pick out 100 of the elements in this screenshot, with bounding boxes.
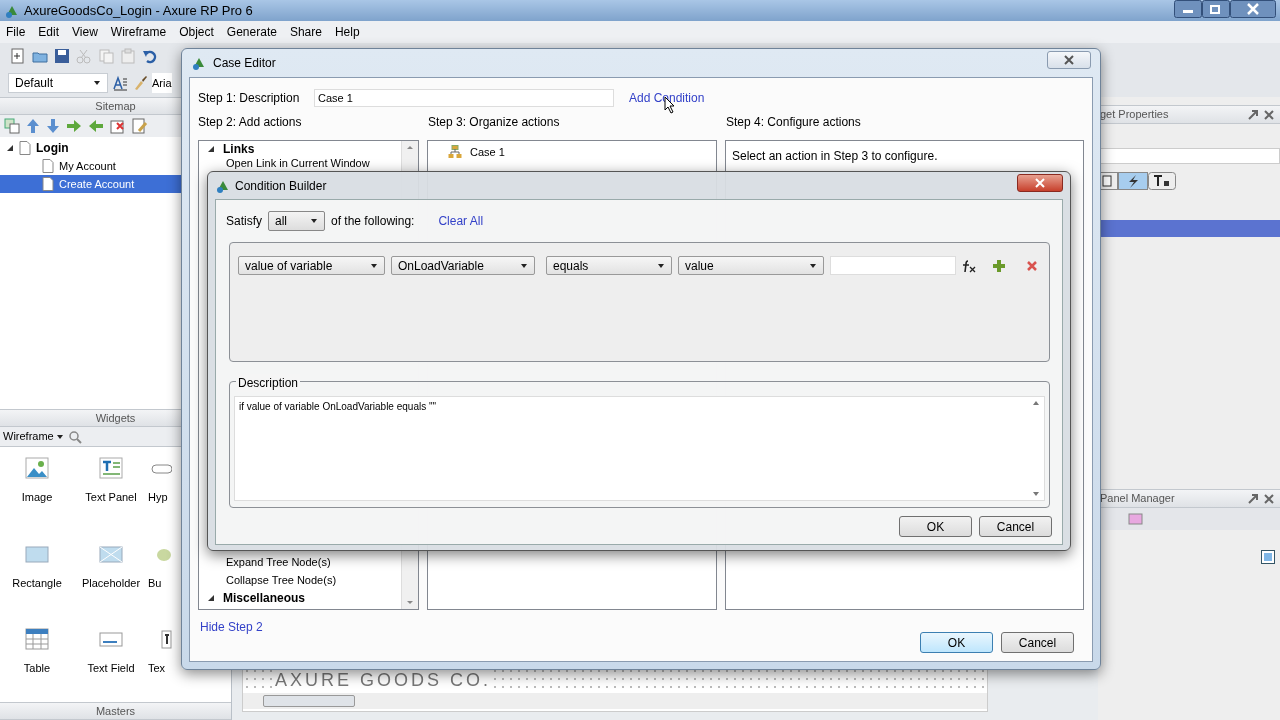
hide-step-link[interactable]: Hide Step 2	[200, 618, 263, 636]
case-icon	[448, 145, 462, 159]
new-file-icon[interactable]	[10, 48, 26, 64]
close-button[interactable]	[1047, 51, 1091, 69]
undo-icon[interactable]	[142, 48, 158, 64]
operator-dropdown[interactable]: equals	[546, 256, 672, 275]
delete-icon[interactable]	[1026, 259, 1038, 272]
value-field[interactable]	[830, 256, 956, 275]
clear-all-link[interactable]: Clear All	[438, 212, 484, 230]
menu-item[interactable]: View	[72, 23, 98, 41]
add-condition-link[interactable]: Add Condition	[629, 89, 705, 107]
panel-state-icon[interactable]	[1261, 550, 1275, 564]
ok-button[interactable]: OK	[920, 632, 993, 653]
satisfy-suffix: of the following:	[331, 213, 415, 230]
widget-label: Rectangle	[12, 575, 62, 591]
indent-icon[interactable]	[66, 119, 82, 133]
operand-dropdown[interactable]: value of variable	[238, 256, 385, 275]
function-icon[interactable]	[962, 258, 976, 273]
menu-item[interactable]: Edit	[38, 23, 60, 41]
widget-label: Hyp	[148, 490, 168, 505]
action-item[interactable]: Open Link in Current Window	[207, 155, 370, 172]
search-icon[interactable]	[67, 429, 82, 444]
ok-button[interactable]: OK	[899, 516, 972, 537]
step-label: Step 2: Add actions	[198, 114, 303, 131]
restore-icon[interactable]	[1202, 0, 1230, 18]
satisfy-label: Satisfy	[226, 213, 262, 230]
window-title: AxureGoodsCo_Login - Axure RP Pro 6	[24, 1, 253, 20]
panel-title: Panel Manager	[1100, 491, 1175, 507]
cancel-button[interactable]: Cancel	[1001, 632, 1074, 653]
move-down-icon[interactable]	[46, 118, 60, 134]
close-button[interactable]	[1017, 173, 1063, 192]
action-group[interactable]: Miscellaneous	[223, 589, 306, 607]
dialog-title: Condition Builder	[235, 177, 327, 195]
widget-label: Text Panel	[85, 490, 137, 505]
menu-item[interactable]: Wireframe	[110, 23, 167, 41]
caret-icon	[370, 262, 378, 269]
close-icon	[1063, 55, 1075, 65]
add-icon[interactable]	[992, 258, 1006, 273]
style-tab-icon[interactable]	[1148, 172, 1176, 190]
caret-icon	[55, 433, 64, 440]
undock-icon[interactable]	[1248, 493, 1258, 504]
scroll-down-icon[interactable]	[406, 600, 414, 605]
action-item[interactable]: Expand Tree Node(s)	[207, 553, 331, 571]
description-field[interactable]: Case 1	[314, 89, 614, 107]
delete-page-icon[interactable]	[110, 118, 126, 134]
case-item[interactable]: Case 1	[470, 143, 505, 161]
panel-title: Masters	[95, 703, 136, 719]
scroll-up-icon[interactable]	[406, 145, 414, 150]
widget-label: Table	[23, 661, 51, 677]
edit-page-icon[interactable]	[132, 118, 148, 134]
close-icon[interactable]	[1264, 109, 1274, 120]
satisfy-dropdown[interactable]: all	[268, 211, 325, 231]
caret-icon	[310, 218, 318, 224]
collapse-icon[interactable]	[6, 144, 14, 152]
save-icon[interactable]	[54, 48, 70, 64]
panel-title: Sitemap	[95, 98, 136, 114]
scrollbar-thumb[interactable]	[263, 695, 355, 707]
caret-icon	[809, 262, 817, 269]
interactions-tab-icon[interactable]	[1118, 172, 1148, 190]
widget-label: Placeholder	[81, 575, 141, 591]
value-type-dropdown[interactable]: value	[678, 256, 824, 275]
step-label: Step 3: Organize actions	[428, 114, 561, 131]
cancel-button[interactable]: Cancel	[979, 516, 1052, 537]
scroll-up-icon[interactable]	[1033, 401, 1039, 405]
menu-item[interactable]: Generate	[226, 23, 277, 41]
undock-icon[interactable]	[1248, 109, 1258, 120]
menu-item[interactable]: Help	[334, 23, 360, 41]
style-dropdown[interactable]: Default	[8, 73, 108, 93]
scroll-down-icon[interactable]	[1033, 492, 1039, 496]
menu-item[interactable]: Object	[179, 23, 214, 41]
action-item[interactable]: Collapse Tree Node(s)	[207, 571, 337, 589]
outdent-icon[interactable]	[88, 119, 104, 133]
collapse-icon[interactable]	[207, 594, 215, 602]
close-icon	[1034, 177, 1046, 188]
page-icon	[42, 177, 54, 191]
widget-label: Bu	[148, 575, 162, 591]
widget-label: Tex	[148, 661, 166, 677]
variable-dropdown[interactable]: OnLoadVariable	[391, 256, 535, 275]
caret-icon	[93, 80, 101, 86]
text-format-icon[interactable]	[112, 75, 128, 91]
name-field[interactable]	[1098, 148, 1280, 164]
add-page-icon[interactable]	[4, 118, 20, 134]
step-label: Step 1: Description	[198, 90, 301, 107]
widget-label: Image	[21, 490, 53, 505]
close-icon[interactable]	[1264, 493, 1274, 504]
collapse-icon[interactable]	[207, 144, 215, 153]
minimize-icon[interactable]	[1174, 0, 1202, 18]
page-icon	[42, 159, 54, 173]
action-group[interactable]: Links	[223, 139, 255, 158]
configure-hint: Select an action in Step 3 to configure.	[732, 149, 938, 163]
caret-icon	[520, 262, 528, 269]
move-up-icon[interactable]	[26, 118, 40, 134]
brush-icon[interactable]	[132, 75, 148, 91]
font-dropdown[interactable]: Aria	[152, 73, 172, 93]
menu-item[interactable]: File	[6, 23, 26, 41]
step-label: Step 4: Configure actions	[726, 114, 862, 131]
caret-icon	[657, 262, 665, 269]
menu-item[interactable]: Share	[289, 23, 322, 41]
panel-title: get Properties	[1100, 107, 1169, 123]
close-icon[interactable]	[1230, 0, 1276, 18]
